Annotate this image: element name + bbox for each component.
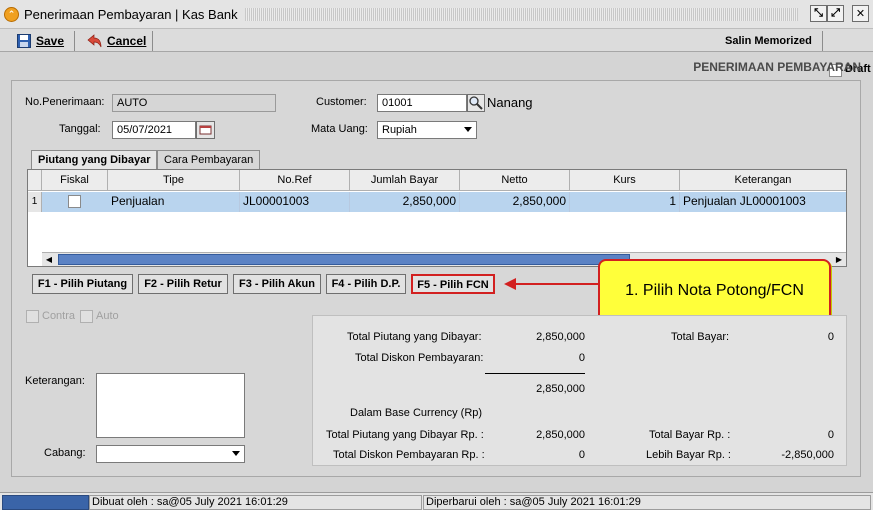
keterangan-label: Keterangan: [25,375,85,387]
toolbar-separator [822,31,823,51]
save-button-label: Save [36,34,65,48]
column-header-fiskal[interactable]: Fiskal [42,170,108,191]
total-diskon-rp-label: Total Diskon Pembayaran Rp. : [333,449,485,461]
tab-cara-pembayaran[interactable]: Cara Pembayaran [157,150,261,169]
calendar-icon [199,125,212,135]
f3-pilih-akun-button[interactable]: F3 - Pilih Akun [233,274,321,294]
floppy-disk-icon [17,34,31,48]
scroll-right-icon[interactable]: ▶ [832,253,846,266]
status-dibuat: Dibuat oleh : sa@05 July 2021 16:01:29 [89,495,422,510]
salin-memorized-button[interactable]: Salin Memorized [725,32,812,50]
title-bar-grip[interactable] [245,8,798,21]
cell-jumlah-bayar[interactable]: 2,850,000 [350,192,460,212]
total-piutang-label: Total Piutang yang Dibayar: [347,331,482,343]
tanggal-field[interactable]: 05/07/2021 [112,121,196,139]
toolbar-separator [74,31,75,51]
mata-uang-label: Mata Uang: [311,123,368,135]
f5-pilih-fcn-button[interactable]: F5 - Pilih FCN [411,274,495,294]
total-bayar-rp-label: Total Bayar Rp. : [649,429,731,441]
no-penerimaan-label: No.Penerimaan: [25,96,105,108]
cell-keterangan[interactable]: Penjualan JL00001003 [680,192,846,212]
close-icon[interactable]: ✕ [852,5,869,22]
total-piutang-value: 2,850,000 [536,331,585,343]
restore-icon[interactable]: ⤡ [810,5,827,22]
column-header-keterangan[interactable]: Keterangan [680,170,846,191]
salin-memorized-label: Salin Memorized [725,35,812,47]
mata-uang-value: Rupiah [382,124,417,136]
calendar-button[interactable] [196,121,215,139]
summary-divider [485,373,585,374]
customer-label: Customer: [316,96,367,108]
total-piutang-rp-value: 2,850,000 [536,429,585,441]
customer-field[interactable]: 01001 [377,94,467,112]
no-penerimaan-field[interactable]: AUTO [112,94,276,112]
f4-pilih-dp-button[interactable]: F4 - Pilih D.P. [326,274,406,294]
contra-label: Contra [42,310,76,322]
cabang-select[interactable] [96,445,245,463]
window-title: Penerimaan Pembayaran | Kas Bank [24,7,238,22]
toolbar-separator [152,31,153,51]
instruction-callout: 1. Pilih Nota Potong/FCN [598,259,831,323]
total-diskon-rp-value: 0 [578,449,585,461]
subtotal-value: 2,850,000 [536,383,585,395]
chevron-down-icon [232,451,240,456]
column-header-no-ref[interactable]: No.Ref [240,170,350,191]
f2-pilih-retur-button[interactable]: F2 - Pilih Retur [138,274,228,294]
total-diskon-label: Total Diskon Pembayaran: [355,352,484,364]
lebih-bayar-rp-label: Lebih Bayar Rp. : [646,449,731,461]
f1-pilih-piutang-button[interactable]: F1 - Pilih Piutang [32,274,133,294]
fiskal-checkbox[interactable] [68,195,81,208]
scrollbar-thumb[interactable] [58,254,630,265]
callout-arrow [504,278,598,290]
auto-checkbox[interactable] [80,310,93,323]
total-bayar-value: 0 [827,331,834,343]
column-header-tipe[interactable]: Tipe [108,170,240,191]
base-currency-label: Dalam Base Currency (Rp) [350,407,483,419]
search-icon [469,96,483,110]
cell-no-ref[interactable]: JL00001003 [240,192,350,212]
cabang-label: Cabang: [44,447,86,459]
currency-icon: ⌃ [4,7,19,22]
status-bar: Dibuat oleh : sa@05 July 2021 16:01:29 D… [0,492,873,510]
status-progress-indicator [2,495,89,510]
save-button[interactable]: Save [17,32,64,50]
cell-netto[interactable]: 2,850,000 [460,192,570,212]
total-diskon-value: 0 [578,352,585,364]
row-number: 1 [28,192,42,212]
minimize-icon[interactable]: ⤢ [827,5,844,22]
cancel-button-label: Cancel [107,34,147,48]
column-header-jumlah-bayar[interactable]: Jumlah Bayar [350,170,460,191]
piutang-table: Fiskal Tipe No.Ref Jumlah Bayar Netto Ku… [27,169,847,267]
customer-name: Nanang [487,95,533,110]
toolbar: Save Cancel Salin Memorized Draft [0,29,873,77]
scroll-left-icon[interactable]: ◀ [42,253,56,266]
cancel-button[interactable]: Cancel [86,32,146,50]
keterangan-textarea[interactable] [96,373,245,438]
title-bar: ⌃ Penerimaan Pembayaran | Kas Bank ⤡ ⤢ ✕ [0,0,873,29]
total-bayar-rp-value: 0 [827,429,834,441]
total-piutang-rp-label: Total Piutang yang Dibayar Rp. : [326,429,484,441]
status-diperbarui: Diperbarui oleh : sa@05 July 2021 16:01:… [423,495,871,510]
undo-arrow-icon [87,34,102,48]
tab-label: Cara Pembayaran [164,154,254,166]
tanggal-label: Tanggal: [59,123,101,135]
row-header-corner [28,170,42,191]
contra-checkbox[interactable] [26,310,39,323]
lebih-bayar-rp-value: -2,850,000 [781,449,834,461]
total-bayar-label: Total Bayar: [671,331,730,343]
tab-label: Piutang yang Dibayar [38,154,151,166]
customer-search-button[interactable] [467,94,485,112]
column-header-kurs[interactable]: Kurs [570,170,680,191]
cell-tipe[interactable]: Penjualan [108,192,240,212]
mata-uang-select[interactable]: Rupiah [377,121,477,139]
chevron-down-icon [464,127,472,132]
tab-piutang-yang-dibayar[interactable]: Piutang yang Dibayar [31,150,158,170]
cell-kurs[interactable]: 1 [570,192,680,212]
page-title: PENERIMAAN PEMBAYARAN [693,60,861,74]
column-header-netto[interactable]: Netto [460,170,570,191]
auto-label: Auto [96,310,119,322]
